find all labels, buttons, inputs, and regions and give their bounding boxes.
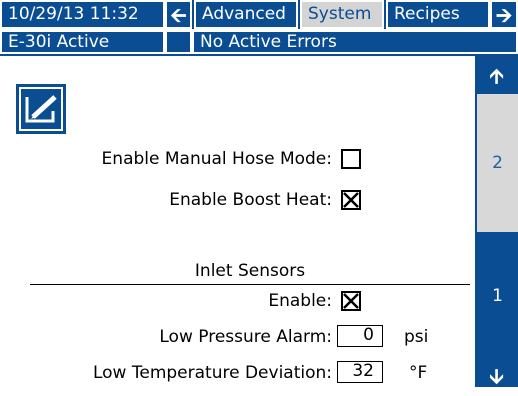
low-temp-deviation-label: Low Temperature Deviation: [92, 363, 332, 383]
tab-recipes[interactable]: Recipes [386, 0, 490, 29]
status-indicator [165, 30, 192, 54]
checkmark-x-icon [343, 293, 359, 309]
datetime-display: 10/29/13 11:32 [0, 0, 165, 29]
edit-button[interactable] [16, 84, 66, 134]
manual-hose-label: Enable Manual Hose Mode: [101, 149, 332, 169]
inlet-enable-checkbox[interactable] [341, 291, 361, 311]
low-pressure-alarm-field[interactable]: 0 [337, 325, 383, 347]
next-screen-button[interactable]: 🡪 [490, 0, 518, 29]
page-scroller: 🡩 2 1 🡫 [475, 56, 518, 388]
page-2-button[interactable]: 2 [477, 94, 518, 232]
checkmark-x-icon [343, 192, 359, 208]
tab-system[interactable]: System [300, 0, 384, 29]
error-status: No Active Errors [192, 30, 518, 54]
prev-screen-button[interactable]: 🡨 [165, 0, 192, 29]
down-arrow-icon: 🡫 [489, 364, 504, 388]
boost-heat-label: Enable Boost Heat: [169, 190, 332, 210]
settings-panel: Enable Manual Hose Mode: Enable Boost He… [0, 56, 474, 387]
right-arrow-icon: 🡪 [495, 2, 513, 27]
inlet-enable-label: Enable: [268, 291, 332, 311]
boost-heat-checkbox[interactable] [341, 190, 361, 210]
section-rule [30, 284, 470, 285]
system-mode-status: E-30i Active [0, 30, 165, 54]
section-heading-inlet-sensors: Inlet Sensors [194, 261, 306, 281]
low-temp-unit: °F [409, 363, 428, 383]
edit-pencil-icon [25, 95, 57, 123]
tab-advanced[interactable]: Advanced [194, 0, 298, 29]
scroll-up-button[interactable]: 🡩 [475, 62, 518, 96]
top-navigation-bar: 10/29/13 11:32 🡨 Advanced System Recipes… [0, 0, 518, 29]
left-arrow-icon: 🡨 [170, 2, 187, 27]
low-temp-deviation-field[interactable]: 32 [337, 361, 383, 383]
status-bar: E-30i Active No Active Errors [0, 30, 518, 54]
page-1-button[interactable]: 1 [477, 234, 518, 358]
manual-hose-checkbox[interactable] [341, 149, 361, 169]
scroll-down-button[interactable]: 🡫 [475, 362, 518, 396]
low-pressure-unit: psi [404, 327, 429, 347]
up-arrow-icon: 🡩 [489, 64, 504, 88]
low-pressure-alarm-label: Low Pressure Alarm: [159, 327, 332, 347]
